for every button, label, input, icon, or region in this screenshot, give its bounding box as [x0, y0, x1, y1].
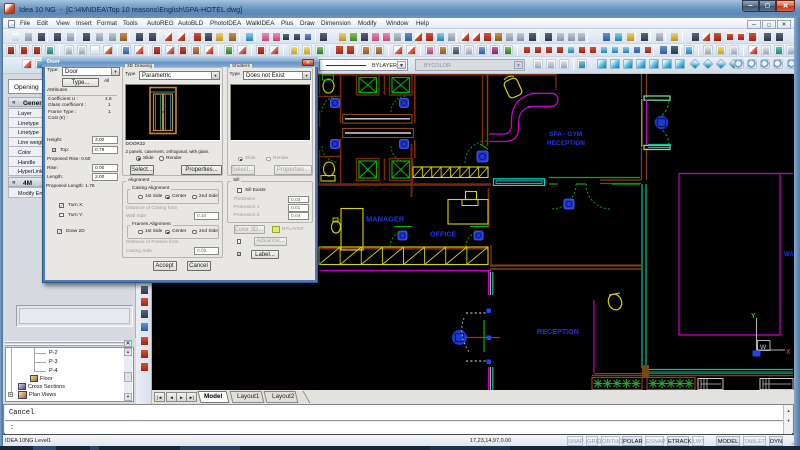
- svg-text:OFFICE: OFFICE: [430, 230, 457, 239]
- svg-text:X: X: [786, 349, 791, 356]
- svg-text:WA: WA: [784, 252, 794, 258]
- svg-text:SPA - GYM: SPA - GYM: [549, 131, 582, 138]
- svg-text:W: W: [760, 344, 767, 351]
- svg-text:Y: Y: [751, 313, 756, 320]
- svg-text:MANAGER: MANAGER: [366, 215, 405, 224]
- svg-text:RECEPTION: RECEPTION: [547, 140, 585, 147]
- svg-text:RECEPTION: RECEPTION: [537, 327, 579, 336]
